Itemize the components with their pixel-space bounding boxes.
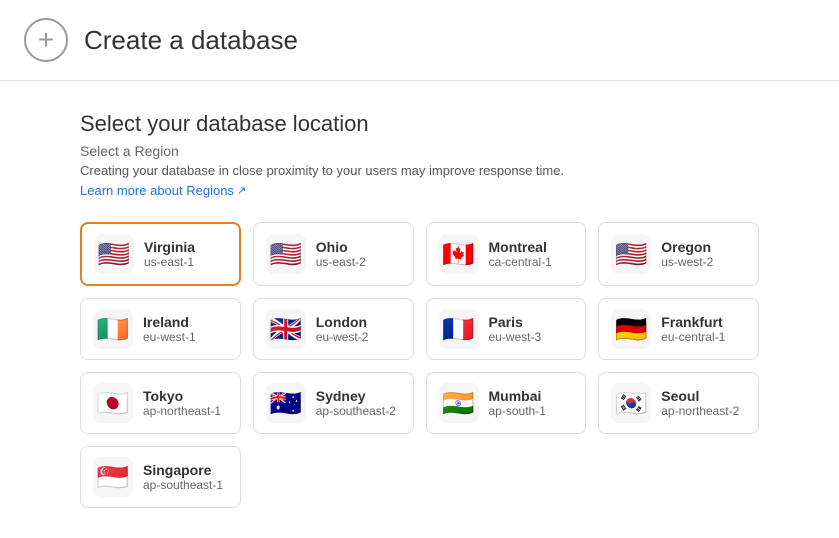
- region-info-ohio: Ohious-east-2: [316, 239, 366, 269]
- region-card-london[interactable]: 🇬🇧 Londoneu-west-2: [253, 298, 414, 360]
- region-card-mumbai[interactable]: 🇮🇳 Mumbaiap-south-1: [426, 372, 587, 434]
- region-info-virginia: Virginiaus-east-1: [144, 239, 195, 269]
- flag-frankfurt: 🇩🇪: [611, 309, 651, 349]
- region-name-virginia: Virginia: [144, 239, 195, 255]
- region-code-mumbai: ap-south-1: [489, 404, 546, 418]
- region-info-seoul: Seoulap-northeast-2: [661, 388, 739, 418]
- flag-ohio: 🇺🇸: [266, 234, 306, 274]
- region-card-seoul[interactable]: 🇰🇷 Seoulap-northeast-2: [598, 372, 759, 434]
- flag-virginia: 🇺🇸: [94, 234, 134, 274]
- flag-london: 🇬🇧: [266, 309, 306, 349]
- section-subtitle: Select a Region: [80, 143, 759, 159]
- region-name-seoul: Seoul: [661, 388, 739, 404]
- region-name-oregon: Oregon: [661, 239, 713, 255]
- learn-more-link[interactable]: Learn more about Regions ↗︎: [80, 183, 246, 198]
- region-code-frankfurt: eu-central-1: [661, 330, 725, 344]
- region-name-paris: Paris: [489, 314, 542, 330]
- learn-more-text: Learn more about Regions: [80, 183, 234, 198]
- region-code-oregon: us-west-2: [661, 255, 713, 269]
- region-card-ireland[interactable]: 🇮🇪 Irelandeu-west-1: [80, 298, 241, 360]
- flag-ireland: 🇮🇪: [93, 309, 133, 349]
- region-name-ireland: Ireland: [143, 314, 196, 330]
- region-card-montreal[interactable]: 🇨🇦 Montrealca-central-1: [426, 222, 587, 286]
- region-code-seoul: ap-northeast-2: [661, 404, 739, 418]
- region-info-tokyo: Tokyoap-northeast-1: [143, 388, 221, 418]
- flag-singapore: 🇸🇬: [93, 457, 133, 497]
- region-name-singapore: Singapore: [143, 462, 223, 478]
- region-info-sydney: Sydneyap-southeast-2: [316, 388, 396, 418]
- region-info-london: Londoneu-west-2: [316, 314, 369, 344]
- header: + Create a database: [0, 0, 839, 81]
- flag-montreal: 🇨🇦: [439, 234, 479, 274]
- section-desc: Creating your database in close proximit…: [80, 163, 759, 178]
- region-code-ireland: eu-west-1: [143, 330, 196, 344]
- region-info-mumbai: Mumbaiap-south-1: [489, 388, 546, 418]
- region-info-singapore: Singaporeap-southeast-1: [143, 462, 223, 492]
- flag-paris: 🇫🇷: [439, 309, 479, 349]
- region-name-sydney: Sydney: [316, 388, 396, 404]
- external-link-icon: ↗︎: [237, 184, 246, 197]
- region-card-virginia[interactable]: 🇺🇸 Virginiaus-east-1: [80, 222, 241, 286]
- region-code-sydney: ap-southeast-2: [316, 404, 396, 418]
- section-title: Select your database location: [80, 111, 759, 137]
- flag-oregon: 🇺🇸: [611, 234, 651, 274]
- region-code-paris: eu-west-3: [489, 330, 542, 344]
- flag-mumbai: 🇮🇳: [439, 383, 479, 423]
- region-code-ohio: us-east-2: [316, 255, 366, 269]
- region-card-paris[interactable]: 🇫🇷 Pariseu-west-3: [426, 298, 587, 360]
- region-code-montreal: ca-central-1: [489, 255, 552, 269]
- region-card-oregon[interactable]: 🇺🇸 Oregonus-west-2: [598, 222, 759, 286]
- region-code-virginia: us-east-1: [144, 255, 195, 269]
- region-info-montreal: Montrealca-central-1: [489, 239, 552, 269]
- flag-seoul: 🇰🇷: [611, 383, 651, 423]
- region-card-frankfurt[interactable]: 🇩🇪 Frankfurteu-central-1: [598, 298, 759, 360]
- region-card-singapore[interactable]: 🇸🇬 Singaporeap-southeast-1: [80, 446, 241, 508]
- region-name-montreal: Montreal: [489, 239, 552, 255]
- regions-grid: 🇺🇸 Virginiaus-east-1 🇺🇸 Ohious-east-2 🇨🇦 Mont…: [80, 222, 759, 508]
- region-card-tokyo[interactable]: 🇯🇵 Tokyoap-northeast-1: [80, 372, 241, 434]
- region-name-ohio: Ohio: [316, 239, 366, 255]
- region-name-mumbai: Mumbai: [489, 388, 546, 404]
- create-database-icon: +: [24, 18, 68, 62]
- region-code-tokyo: ap-northeast-1: [143, 404, 221, 418]
- region-code-singapore: ap-southeast-1: [143, 478, 223, 492]
- region-name-frankfurt: Frankfurt: [661, 314, 725, 330]
- page-title: Create a database: [84, 25, 298, 56]
- region-info-oregon: Oregonus-west-2: [661, 239, 713, 269]
- flag-sydney: 🇦🇺: [266, 383, 306, 423]
- region-card-sydney[interactable]: 🇦🇺 Sydneyap-southeast-2: [253, 372, 414, 434]
- region-card-ohio[interactable]: 🇺🇸 Ohious-east-2: [253, 222, 414, 286]
- content: Select your database location Select a R…: [0, 81, 839, 538]
- region-info-ireland: Irelandeu-west-1: [143, 314, 196, 344]
- region-code-london: eu-west-2: [316, 330, 369, 344]
- region-name-london: London: [316, 314, 369, 330]
- region-info-paris: Pariseu-west-3: [489, 314, 542, 344]
- region-name-tokyo: Tokyo: [143, 388, 221, 404]
- flag-tokyo: 🇯🇵: [93, 383, 133, 423]
- region-info-frankfurt: Frankfurteu-central-1: [661, 314, 725, 344]
